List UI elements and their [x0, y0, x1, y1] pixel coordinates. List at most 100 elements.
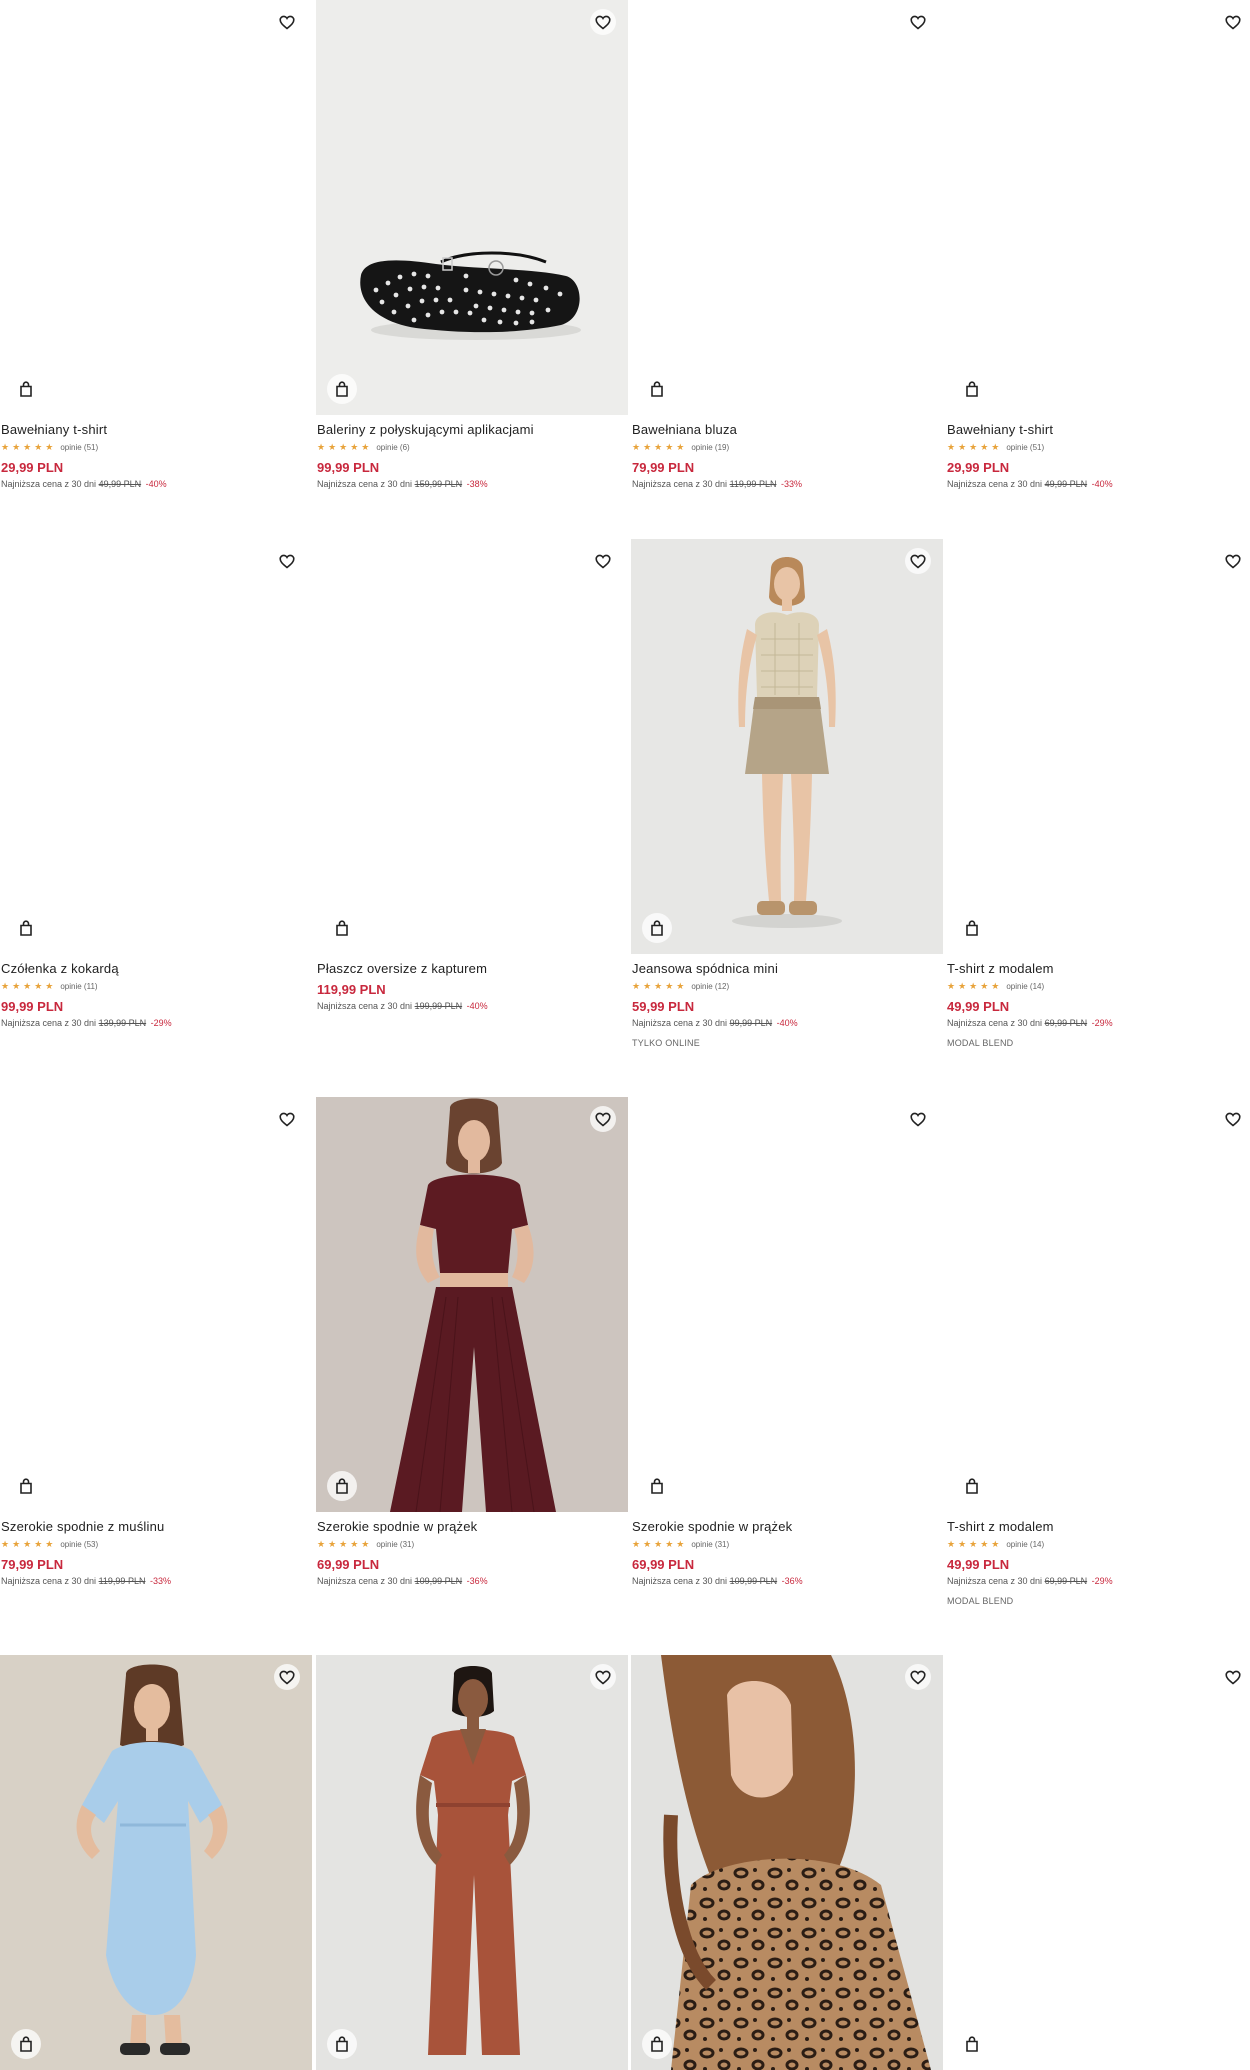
rating: ★★★★★ opinie (53) — [1, 1538, 312, 1551]
product-image[interactable] — [946, 539, 1250, 954]
product-title[interactable]: T-shirt z modalem — [947, 961, 1250, 976]
favorite-button[interactable] — [1220, 1664, 1246, 1690]
favorite-button[interactable] — [590, 1106, 616, 1132]
add-to-cart-button[interactable] — [957, 2029, 987, 2059]
product-title[interactable]: Czółenka z kokardą — [1, 961, 312, 976]
add-to-cart-button[interactable] — [11, 2029, 41, 2059]
product-image[interactable] — [946, 1655, 1250, 2070]
reviews-count[interactable]: opinie (11) — [60, 982, 97, 991]
product-image[interactable] — [631, 1097, 943, 1512]
shopping-bag-icon — [336, 920, 348, 936]
shopping-bag-icon — [651, 1478, 663, 1494]
product-card[interactable]: Szerokie spodnie w prążek ★★★★★ opinie (3… — [631, 1097, 943, 1586]
reviews-count[interactable]: opinie (14) — [1006, 982, 1044, 991]
product-image[interactable] — [0, 539, 312, 954]
product-card[interactable] — [0, 1655, 312, 2070]
product-image[interactable] — [0, 1097, 312, 1512]
product-image[interactable] — [631, 1655, 943, 2070]
reviews-count[interactable]: opinie (31) — [376, 1540, 414, 1549]
add-to-cart-button[interactable] — [327, 374, 357, 404]
product-card[interactable]: Bawełniany t-shirt ★★★★★ opinie (51) 29,9… — [946, 0, 1250, 489]
product-image[interactable] — [316, 1655, 628, 2070]
favorite-button[interactable] — [590, 548, 616, 574]
reviews-count[interactable]: opinie (14) — [1006, 1540, 1044, 1549]
product-card[interactable]: T-shirt z modalem ★★★★★ opinie (14) 49,99… — [946, 1097, 1250, 1606]
add-to-cart-button[interactable] — [642, 1471, 672, 1501]
favorite-button[interactable] — [1220, 1106, 1246, 1132]
favorite-button[interactable] — [274, 1664, 300, 1690]
product-title[interactable]: Baleriny z połyskującymi aplikacjami — [317, 422, 628, 437]
add-to-cart-button[interactable] — [327, 1471, 357, 1501]
favorite-button[interactable] — [905, 1664, 931, 1690]
product-image[interactable] — [316, 0, 628, 415]
add-to-cart-button[interactable] — [957, 913, 987, 943]
add-to-cart-button[interactable] — [957, 374, 987, 404]
favorite-button[interactable] — [1220, 548, 1246, 574]
product-price: 79,99 PLN — [632, 460, 695, 475]
model-rust-jumpsuit-image — [316, 1655, 628, 2070]
product-card[interactable]: Bawełniany t-shirt ★★★★★ opinie (51) 29,9… — [0, 0, 312, 489]
reviews-count[interactable]: opinie (53) — [60, 1540, 98, 1549]
add-to-cart-button[interactable] — [642, 374, 672, 404]
add-to-cart-button[interactable] — [11, 1471, 41, 1501]
product-title[interactable]: Szerokie spodnie z muślinu — [1, 1519, 312, 1534]
favorite-button[interactable] — [905, 9, 931, 35]
product-image[interactable] — [946, 0, 1250, 415]
product-image[interactable] — [0, 0, 312, 415]
product-title[interactable]: T-shirt z modalem — [947, 1519, 1250, 1534]
product-title[interactable]: Szerokie spodnie w prążek — [317, 1519, 628, 1534]
add-to-cart-button[interactable] — [642, 913, 672, 943]
reviews-count[interactable]: opinie (12) — [691, 982, 729, 991]
reviews-count[interactable]: opinie (51) — [60, 443, 98, 452]
product-card[interactable]: Bawełniana bluza ★★★★★ opinie (19) 79,99 … — [631, 0, 943, 489]
product-image[interactable] — [631, 0, 943, 415]
reviews-count[interactable]: opinie (51) — [1006, 443, 1044, 452]
add-to-cart-button[interactable] — [11, 913, 41, 943]
shopping-bag-icon — [20, 920, 32, 936]
lowest-price-label: Najniższa cena z 30 dni — [947, 1018, 1043, 1028]
product-card[interactable]: Szerokie spodnie w prążek ★★★★★ opinie (3… — [316, 1097, 628, 1586]
product-image[interactable] — [946, 1097, 1250, 1512]
add-to-cart-button[interactable] — [327, 913, 357, 943]
rating: ★★★★★ opinie (31) — [317, 1538, 628, 1551]
product-title[interactable]: Płaszcz oversize z kapturem — [317, 961, 628, 976]
favorite-button[interactable] — [274, 548, 300, 574]
product-price: 99,99 PLN — [1, 999, 64, 1014]
product-title[interactable]: Szerokie spodnie w prążek — [632, 1519, 943, 1534]
product-card[interactable] — [316, 1655, 628, 2070]
reviews-count[interactable]: opinie (19) — [691, 443, 729, 452]
add-to-cart-button[interactable] — [957, 1471, 987, 1501]
product-image[interactable] — [631, 539, 943, 954]
favorite-button[interactable] — [274, 1106, 300, 1132]
reviews-count[interactable]: opinie (31) — [691, 1540, 729, 1549]
product-card[interactable]: Baleriny z połyskującymi aplikacjami ★★★… — [316, 0, 628, 489]
product-image[interactable] — [0, 1655, 312, 2070]
favorite-button[interactable] — [905, 1106, 931, 1132]
product-image[interactable] — [316, 539, 628, 954]
product-card[interactable] — [946, 1655, 1250, 2070]
heart-outline-icon — [1225, 15, 1241, 30]
product-card[interactable]: T-shirt z modalem ★★★★★ opinie (14) 49,99… — [946, 539, 1250, 1048]
product-card[interactable]: Szerokie spodnie z muślinu ★★★★★ opinie (… — [0, 1097, 312, 1586]
product-title[interactable]: Bawełniana bluza — [632, 422, 943, 437]
favorite-button[interactable] — [905, 548, 931, 574]
favorite-button[interactable] — [1220, 9, 1246, 35]
product-card[interactable] — [631, 1655, 943, 2070]
reviews-count[interactable]: opinie (6) — [376, 443, 409, 452]
product-card[interactable]: Jeansowa spódnica mini ★★★★★ opinie (12) … — [631, 539, 943, 1048]
lowest-price-label: Najniższa cena z 30 dni — [1, 479, 97, 489]
favorite-button[interactable] — [590, 1664, 616, 1690]
product-image[interactable] — [316, 1097, 628, 1512]
add-to-cart-button[interactable] — [327, 2029, 357, 2059]
product-tag: MODAL BLEND — [947, 1038, 1014, 1048]
product-title[interactable]: Jeansowa spódnica mini — [632, 961, 943, 976]
product-card[interactable]: Czółenka z kokardą ★★★★★ opinie (11) 99,9… — [0, 539, 312, 1028]
product-title[interactable]: Bawełniany t-shirt — [947, 422, 1250, 437]
add-to-cart-button[interactable] — [11, 374, 41, 404]
favorite-button[interactable] — [274, 9, 300, 35]
favorite-button[interactable] — [590, 9, 616, 35]
product-title[interactable]: Bawełniany t-shirt — [1, 422, 312, 437]
add-to-cart-button[interactable] — [642, 2029, 672, 2059]
product-card[interactable]: Płaszcz oversize z kapturem 119,99 PLN N… — [316, 539, 628, 1011]
shopping-bag-icon — [20, 1478, 32, 1494]
